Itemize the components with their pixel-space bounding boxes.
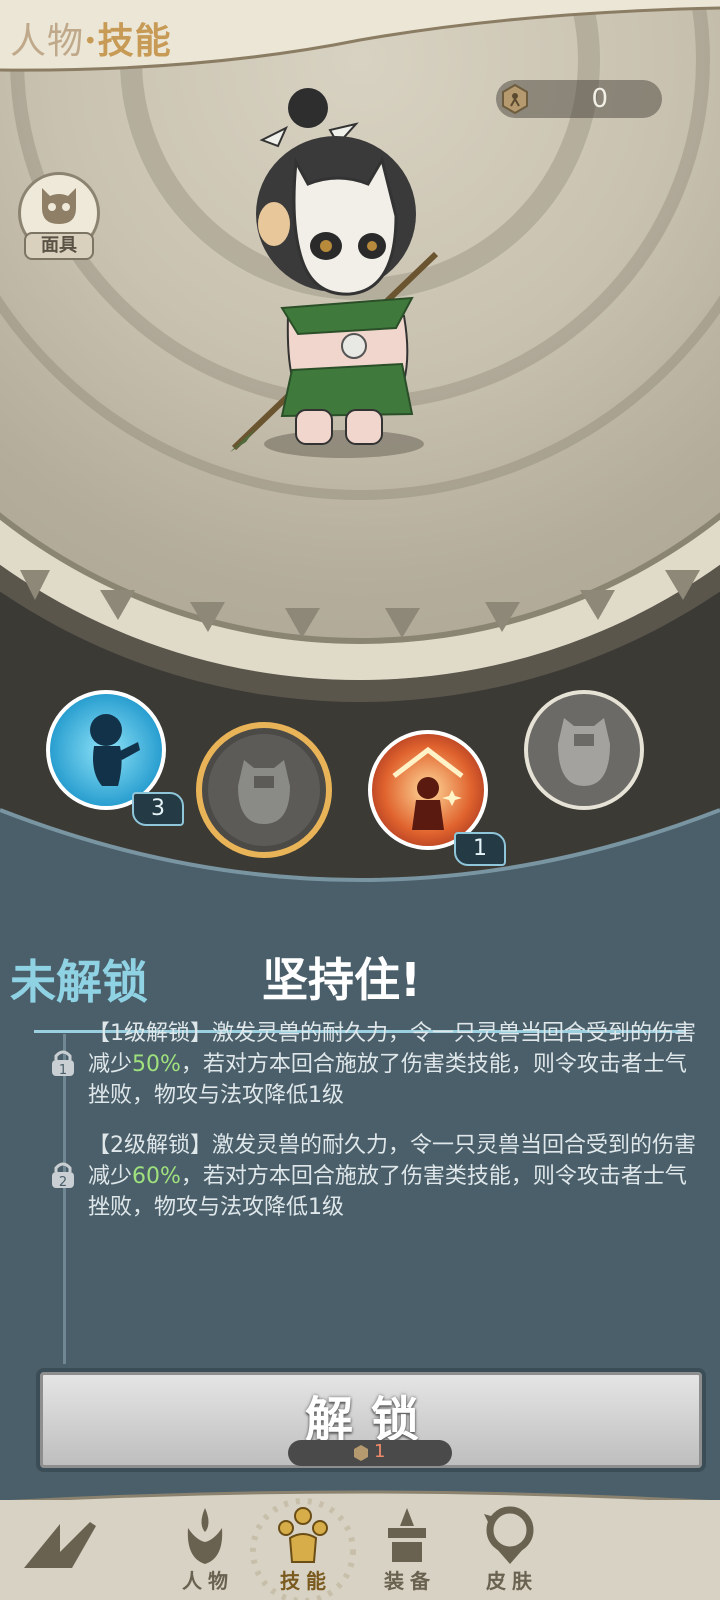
nav-item-label: 皮肤 bbox=[486, 1569, 538, 1593]
title-part-skill: 技能 bbox=[97, 20, 172, 62]
level-2-description: 【2级解锁】激发灵兽的耐久力，令一只灵兽当回合受到的伤害减少60%，若对方本回合… bbox=[88, 1133, 696, 1220]
nav-item-character[interactable]: 人物 bbox=[170, 1506, 240, 1598]
nav-back[interactable] bbox=[20, 1506, 100, 1598]
level-1-description: 【1级解锁】激发灵兽的耐久力，令一只灵兽当回合受到的伤害减少50%，若对方本回合… bbox=[88, 1021, 696, 1108]
skill-slot-2-selected[interactable] bbox=[196, 722, 332, 858]
skill-name: 坚持住! bbox=[262, 953, 421, 1007]
skill-slot-3[interactable]: 1 bbox=[368, 730, 506, 866]
nav-item-skill[interactable]: 技能 bbox=[250, 1498, 356, 1600]
svg-text:2: 2 bbox=[59, 1175, 67, 1190]
currency-display: 0 bbox=[496, 80, 662, 118]
nav-item-label: 人物 bbox=[182, 1569, 234, 1593]
character-icon bbox=[187, 1508, 223, 1564]
title-separator: · bbox=[84, 20, 98, 62]
title-part-character[interactable]: 人物 bbox=[10, 21, 84, 62]
back-icon bbox=[24, 1522, 96, 1568]
character-figure bbox=[230, 88, 439, 458]
unlock-cost-value: 1 bbox=[374, 1441, 386, 1462]
level-timeline bbox=[63, 1034, 66, 1364]
locked-skill-icon bbox=[558, 718, 610, 786]
nav-item-label: 装备 bbox=[384, 1569, 436, 1593]
nav-item-label: 技能 bbox=[280, 1569, 332, 1593]
skill-icon bbox=[278, 1507, 328, 1563]
equipment-icon bbox=[388, 1508, 426, 1562]
mask-button-label: 面具 bbox=[24, 232, 94, 260]
svg-text:1: 1 bbox=[59, 1063, 67, 1078]
nav-item-equipment[interactable]: 装备 bbox=[372, 1506, 442, 1598]
currency-value: 0 bbox=[591, 84, 608, 114]
stage-teeth-decoration bbox=[20, 570, 700, 638]
token-coin-icon bbox=[354, 1445, 368, 1461]
unlock-cost: 1 bbox=[288, 1440, 452, 1466]
mask-button[interactable]: 面具 bbox=[18, 172, 100, 262]
shelter-skill-icon bbox=[392, 746, 464, 830]
skill-level-badge: 1 bbox=[454, 832, 506, 866]
locked-skill-icon bbox=[238, 760, 290, 824]
lock-state-label: 未解锁 bbox=[10, 955, 148, 1009]
page-title: 人物·技能 bbox=[10, 12, 172, 64]
unlock-button[interactable]: 解锁 1 bbox=[36, 1368, 706, 1472]
skill-slot-1[interactable]: 3 bbox=[46, 690, 184, 826]
nav-item-skin[interactable]: 皮肤 bbox=[474, 1506, 544, 1598]
bottom-nav bbox=[0, 1500, 720, 1600]
skill-slot-4[interactable] bbox=[524, 690, 644, 810]
skin-icon bbox=[484, 1506, 534, 1564]
mask-icon bbox=[42, 188, 76, 224]
dash-skill-icon bbox=[90, 714, 140, 786]
lock-icon: 1 bbox=[52, 1050, 74, 1078]
lock-icon: 2 bbox=[52, 1162, 74, 1190]
skill-level-badge: 3 bbox=[132, 792, 184, 826]
